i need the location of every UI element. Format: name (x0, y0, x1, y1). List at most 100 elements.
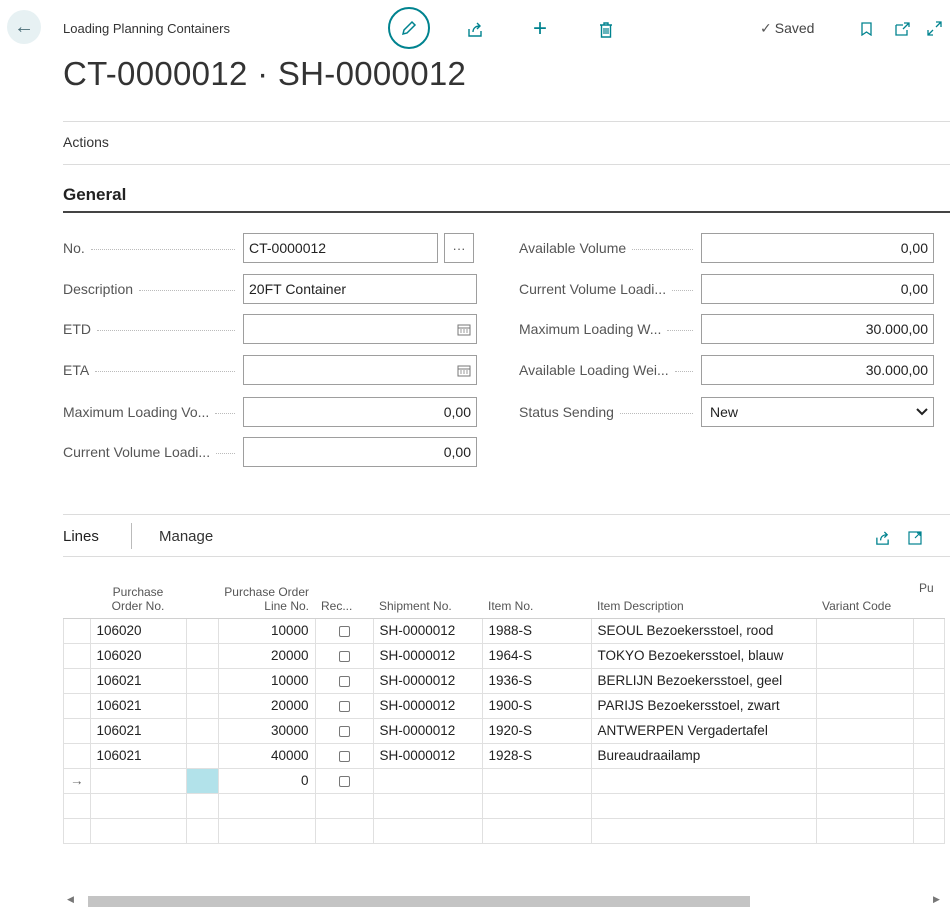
manage-tab[interactable]: Manage (159, 528, 213, 545)
cell-empty[interactable] (913, 818, 945, 844)
max-loading-volume-input[interactable]: 0,00 (243, 397, 477, 427)
cell-shipment-no[interactable]: SH-0000012 (373, 643, 483, 669)
cell-empty[interactable] (218, 793, 316, 819)
cell-empty[interactable] (373, 793, 483, 819)
col-header-po-line-no[interactable]: Purchase Order Line No. (218, 557, 315, 619)
cell-variant-code[interactable] (816, 743, 914, 769)
cell-variant-code[interactable] (816, 693, 914, 719)
cell-rec[interactable] (315, 768, 374, 794)
cell-empty[interactable] (373, 818, 483, 844)
edit-button[interactable] (388, 7, 430, 49)
cell-rec[interactable] (315, 693, 374, 719)
available-volume-input[interactable]: 0,00 (701, 233, 934, 263)
cell-pu[interactable] (913, 743, 945, 769)
cell-variant-code[interactable] (816, 768, 914, 794)
checkbox[interactable] (338, 700, 350, 712)
cell-po-no[interactable] (90, 768, 187, 794)
checkbox[interactable] (338, 650, 350, 662)
row-marker[interactable] (63, 793, 91, 819)
cell-item-no[interactable]: 1964-S (482, 643, 592, 669)
cell-rec[interactable] (315, 718, 374, 744)
checkbox[interactable] (338, 775, 350, 787)
cell-po-no[interactable]: 106020 (90, 643, 187, 669)
cell-empty[interactable] (90, 793, 187, 819)
cell-item-description[interactable]: Bureaudraailamp (591, 743, 817, 769)
row-marker[interactable] (63, 818, 91, 844)
cell-item-description[interactable]: PARIJS Bezoekersstoel, zwart (591, 693, 817, 719)
back-button[interactable]: ← (7, 10, 41, 44)
checkbox[interactable] (338, 625, 350, 637)
lines-share-button[interactable] (873, 529, 891, 547)
checkbox[interactable] (338, 675, 350, 687)
cell-variant-code[interactable] (816, 618, 914, 644)
row-marker[interactable]: → (63, 768, 91, 794)
cell-variant-code[interactable] (816, 668, 914, 694)
col-header-item-description[interactable]: Item Description (591, 557, 816, 619)
table-row[interactable]: 106021 40000 SH-0000012 1928-S Bureaudra… (63, 743, 945, 769)
col-header-pu[interactable]: Pu (913, 557, 944, 619)
cell-empty[interactable] (482, 818, 592, 844)
calendar-icon[interactable] (457, 323, 471, 336)
cell-empty[interactable] (591, 818, 817, 844)
bookmark-button[interactable] (857, 19, 875, 39)
table-row-empty[interactable] (63, 818, 945, 844)
actions-menu[interactable]: Actions (63, 134, 109, 150)
cell-po-no[interactable]: 106021 (90, 693, 187, 719)
open-new-window-button[interactable] (892, 19, 912, 39)
share-button[interactable] (464, 19, 486, 41)
cell-pu[interactable] (913, 768, 945, 794)
etd-input[interactable] (243, 314, 477, 344)
table-row[interactable]: 106021 20000 SH-0000012 1900-S PARIJS Be… (63, 693, 945, 719)
cell-po-line-no[interactable]: 40000 (218, 743, 316, 769)
cell-po-no[interactable]: 106021 (90, 743, 187, 769)
available-loading-weight-input[interactable]: 30.000,00 (701, 355, 934, 385)
cell-po-line-no[interactable]: 10000 (218, 618, 316, 644)
lines-tab[interactable]: Lines (63, 528, 99, 545)
cell-rec[interactable] (315, 743, 374, 769)
cell-empty[interactable] (816, 818, 914, 844)
scroll-right-icon[interactable]: ▶ (933, 894, 940, 905)
cell-item-description[interactable]: SEOUL Bezoekersstoel, rood (591, 618, 817, 644)
description-input[interactable]: 20FT Container (243, 274, 477, 304)
cell-item-no[interactable]: 1900-S (482, 693, 592, 719)
cell-po-no[interactable]: 106020 (90, 618, 187, 644)
cell-blank[interactable] (186, 643, 219, 669)
scrollbar-thumb[interactable] (88, 896, 750, 907)
cell-empty[interactable] (186, 818, 219, 844)
cell-shipment-no[interactable]: SH-0000012 (373, 618, 483, 644)
expand-button[interactable] (924, 18, 944, 38)
cell-po-no[interactable]: 106021 (90, 668, 187, 694)
cell-blank[interactable] (186, 718, 219, 744)
row-marker[interactable] (63, 618, 91, 644)
cell-blank[interactable] (186, 668, 219, 694)
cell-shipment-no[interactable]: SH-0000012 (373, 668, 483, 694)
lines-expand-button[interactable] (906, 529, 924, 547)
cell-pu[interactable] (913, 718, 945, 744)
table-row[interactable]: 106020 20000 SH-0000012 1964-S TOKYO Bez… (63, 643, 945, 669)
cell-blank[interactable] (186, 743, 219, 769)
cell-item-description[interactable] (591, 768, 817, 794)
cell-pu[interactable] (913, 693, 945, 719)
cell-blank-selected[interactable] (186, 768, 219, 794)
current-volume-loading-right-input[interactable]: 0,00 (701, 274, 934, 304)
table-row-empty[interactable] (63, 793, 945, 819)
cell-po-line-no[interactable]: 10000 (218, 668, 316, 694)
row-marker[interactable] (63, 743, 91, 769)
cell-empty[interactable] (913, 793, 945, 819)
table-row-new[interactable]: → 0 (63, 768, 945, 794)
row-marker[interactable] (63, 693, 91, 719)
cell-empty[interactable] (315, 793, 374, 819)
cell-empty[interactable] (315, 818, 374, 844)
table-row[interactable]: 106021 30000 SH-0000012 1920-S ANTWERPEN… (63, 718, 945, 744)
cell-rec[interactable] (315, 668, 374, 694)
cell-item-no[interactable]: 1988-S (482, 618, 592, 644)
no-input[interactable]: CT-0000012 (243, 233, 438, 263)
cell-item-no[interactable]: 1936-S (482, 668, 592, 694)
cell-item-description[interactable]: TOKYO Bezoekersstoel, blauw (591, 643, 817, 669)
cell-rec[interactable] (315, 618, 374, 644)
status-sending-select[interactable]: New (701, 397, 934, 427)
cell-empty[interactable] (90, 818, 187, 844)
cell-empty[interactable] (186, 793, 219, 819)
cell-po-line-no[interactable]: 20000 (218, 693, 316, 719)
checkbox[interactable] (338, 750, 350, 762)
